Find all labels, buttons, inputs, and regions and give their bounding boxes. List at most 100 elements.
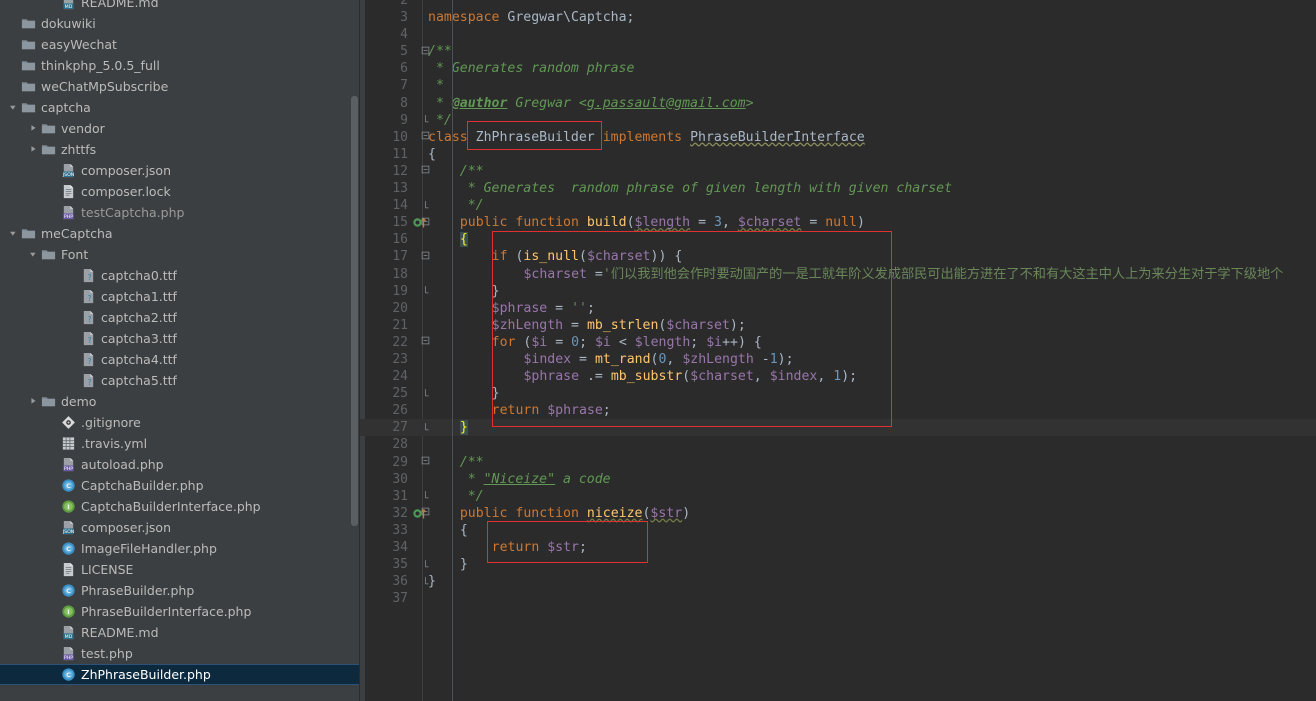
code-line-5[interactable]: 5 /**	[360, 43, 1316, 60]
code-line-35[interactable]: 35 }	[360, 556, 1316, 573]
tree-item-composer-json[interactable]: JSON composer.json	[0, 517, 360, 538]
tree-item-demo[interactable]: demo	[0, 391, 360, 412]
code-line-29[interactable]: 29 /**	[360, 454, 1316, 471]
code-text: $zhLength = mb_strlen($charset);	[491, 317, 746, 333]
code-line-15[interactable]: 15 public function build($length = 3, $c…	[360, 214, 1316, 231]
code-line-36[interactable]: 36}	[360, 573, 1316, 590]
tree-item-label: captcha	[41, 100, 91, 115]
code-line-2[interactable]: 2	[360, 0, 1316, 9]
tree-item-captcha1-ttf[interactable]: ? captcha1.ttf	[0, 286, 360, 307]
tree-item-mecaptcha[interactable]: meCaptcha	[0, 223, 360, 244]
tree-item-captchabuilder-php[interactable]: C CaptchaBuilder.php	[0, 475, 360, 496]
tree-item-zhttfs[interactable]: zhttfs	[0, 139, 360, 160]
code-line-13[interactable]: 13 * Generates random phrase of given le…	[360, 180, 1316, 197]
code-line-14[interactable]: 14 */	[360, 197, 1316, 214]
code-line-17[interactable]: 17 if (is_null($charset)) {	[360, 248, 1316, 265]
code-line-10[interactable]: 10 class ZhPhraseBuilder implements Phras…	[360, 129, 1316, 146]
tree-item-easywechat[interactable]: easyWechat	[0, 34, 360, 55]
tree-item-captcha[interactable]: captcha	[0, 97, 360, 118]
tree-item-dokuwiki[interactable]: dokuwiki	[0, 13, 360, 34]
tree-item-captcha3-ttf[interactable]: ? captcha3.ttf	[0, 328, 360, 349]
tree-item-wechatmpsubscribe[interactable]: weChatMpSubscribe	[0, 76, 360, 97]
tree-item-phrasebuilderinterface-php[interactable]: I PhraseBuilderInterface.php	[0, 601, 360, 622]
php-class-icon: C	[60, 541, 77, 556]
tree-item-label: PhraseBuilderInterface.php	[81, 604, 252, 619]
code-line-31[interactable]: 31 */	[360, 488, 1316, 505]
code-line-34[interactable]: 34 return $str;	[360, 539, 1316, 556]
code-line-16[interactable]: 16 {	[360, 231, 1316, 248]
tree-item-phrasebuilder-php[interactable]: C PhraseBuilder.php	[0, 580, 360, 601]
code-line-32[interactable]: 32 public function niceize($str)	[360, 505, 1316, 522]
chevron-down-icon[interactable]	[6, 102, 20, 113]
code-text: }	[491, 386, 500, 402]
code-text: $index = mt_rand(0, $zhLength -1);	[523, 351, 794, 367]
tree-item-testcaptcha-php[interactable]: PHP testCaptcha.php	[0, 202, 360, 223]
line-number: 6	[400, 61, 408, 77]
chevron-right-icon[interactable]	[26, 396, 40, 407]
folder-icon	[40, 394, 57, 409]
tree-item--gitignore[interactable]: .gitignore	[0, 412, 360, 433]
tree-item-composer-json[interactable]: JSON composer.json	[0, 160, 360, 181]
code-line-22[interactable]: 22 for ($i = 0; $i < $length; $i++) {	[360, 334, 1316, 351]
code-line-21[interactable]: 21 $zhLength = mb_strlen($charset);	[360, 317, 1316, 334]
tree-item-captcha4-ttf[interactable]: ? captcha4.ttf	[0, 349, 360, 370]
php-file-icon: PHP	[60, 205, 77, 220]
code-line-33[interactable]: 33 {	[360, 522, 1316, 539]
tree-item-label: captcha2.ttf	[101, 310, 177, 325]
code-line-9[interactable]: 9 */	[360, 112, 1316, 129]
chevron-right-icon[interactable]	[26, 144, 40, 155]
code-line-4[interactable]: 4	[360, 26, 1316, 43]
tree-item-vendor[interactable]: vendor	[0, 118, 360, 139]
code-line-19[interactable]: 19 }	[360, 283, 1316, 300]
tree-item-captcha5-ttf[interactable]: ? captcha5.ttf	[0, 370, 360, 391]
code-line-27[interactable]: 27 }	[360, 419, 1316, 437]
chevron-right-icon[interactable]	[26, 123, 40, 134]
tree-item-composer-lock[interactable]: composer.lock	[0, 181, 360, 202]
php-class-icon: C	[60, 583, 77, 598]
code-line-3[interactable]: 3 namespace Gregwar\Captcha;	[360, 9, 1316, 26]
svg-text:I: I	[67, 503, 69, 511]
code-line-6[interactable]: 6 * Generates random phrase	[360, 60, 1316, 77]
code-line-25[interactable]: 25 }	[360, 385, 1316, 402]
code-line-7[interactable]: 7 *	[360, 77, 1316, 94]
code-text: for ($i = 0; $i < $length; $i++) {	[491, 334, 762, 350]
tree-item-label: captcha3.ttf	[101, 331, 177, 346]
svg-text:C: C	[66, 587, 71, 595]
line-number: 27	[392, 420, 408, 436]
code-line-23[interactable]: 23 $index = mt_rand(0, $zhLength -1);	[360, 351, 1316, 368]
code-line-11[interactable]: 11 {	[360, 146, 1316, 163]
code-line-18[interactable]: 18 $charset ='们以我到他会作时要动国产的一是工就年阶义发成部民可出…	[360, 266, 1316, 283]
tree-item-captcha2-ttf[interactable]: ? captcha2.ttf	[0, 307, 360, 328]
code-line-37[interactable]: 37	[360, 590, 1316, 607]
tree-item-test-php[interactable]: PHP test.php	[0, 643, 360, 664]
chevron-down-icon[interactable]	[6, 228, 20, 239]
markdown-file-icon: MD	[60, 625, 77, 640]
tree-item-zhphrasebuilder-php[interactable]: C ZhPhraseBuilder.php	[0, 664, 360, 685]
tree-item-license[interactable]: LICENSE	[0, 559, 360, 580]
tree-item-readme-md[interactable]: MD README.md	[0, 622, 360, 643]
code-text: {	[428, 146, 436, 162]
sidebar-scrollbar[interactable]	[351, 96, 358, 526]
tree-item-captchabuilderinterface-php[interactable]: I CaptchaBuilderInterface.php	[0, 496, 360, 517]
tree-item-captcha0-ttf[interactable]: ? captcha0.ttf	[0, 265, 360, 286]
php-code-editor[interactable]: 2 3 namespace Gregwar\Captcha; 4 5/** 6 * Gen…	[360, 0, 1316, 701]
code-line-26[interactable]: 26 return $phrase;	[360, 402, 1316, 419]
code-line-28[interactable]: 28	[360, 436, 1316, 453]
line-number: 3	[400, 10, 408, 26]
tree-item-font[interactable]: Font	[0, 244, 360, 265]
svg-text:MD: MD	[65, 634, 73, 640]
tree-item-autoload-php[interactable]: PHP autoload.php	[0, 454, 360, 475]
tree-item-readme-md[interactable]: MD README.md	[0, 0, 360, 13]
tree-item--travis-yml[interactable]: .travis.yml	[0, 433, 360, 454]
code-line-12[interactable]: 12 /**	[360, 163, 1316, 180]
project-file-tree[interactable]: MD README.md dokuwiki easyWechat thinkphp_5.…	[0, 0, 360, 701]
code-line-20[interactable]: 20 $phrase = '';	[360, 300, 1316, 317]
svg-text:MD: MD	[65, 4, 73, 10]
tree-item-imagefilehandler-php[interactable]: C ImageFileHandler.php	[0, 538, 360, 559]
tree-item-thinkphp-5-0-5-full[interactable]: thinkphp_5.0.5_full	[0, 55, 360, 76]
code-line-24[interactable]: 24 $phrase .= mb_substr($charset, $index…	[360, 368, 1316, 385]
chevron-down-icon[interactable]	[26, 249, 40, 260]
code-line-30[interactable]: 30 * "Niceize" a code	[360, 471, 1316, 488]
code-line-8[interactable]: 8 * @author Gregwar <g.passault@gmail.co…	[360, 95, 1316, 112]
line-number: 9	[400, 112, 408, 128]
